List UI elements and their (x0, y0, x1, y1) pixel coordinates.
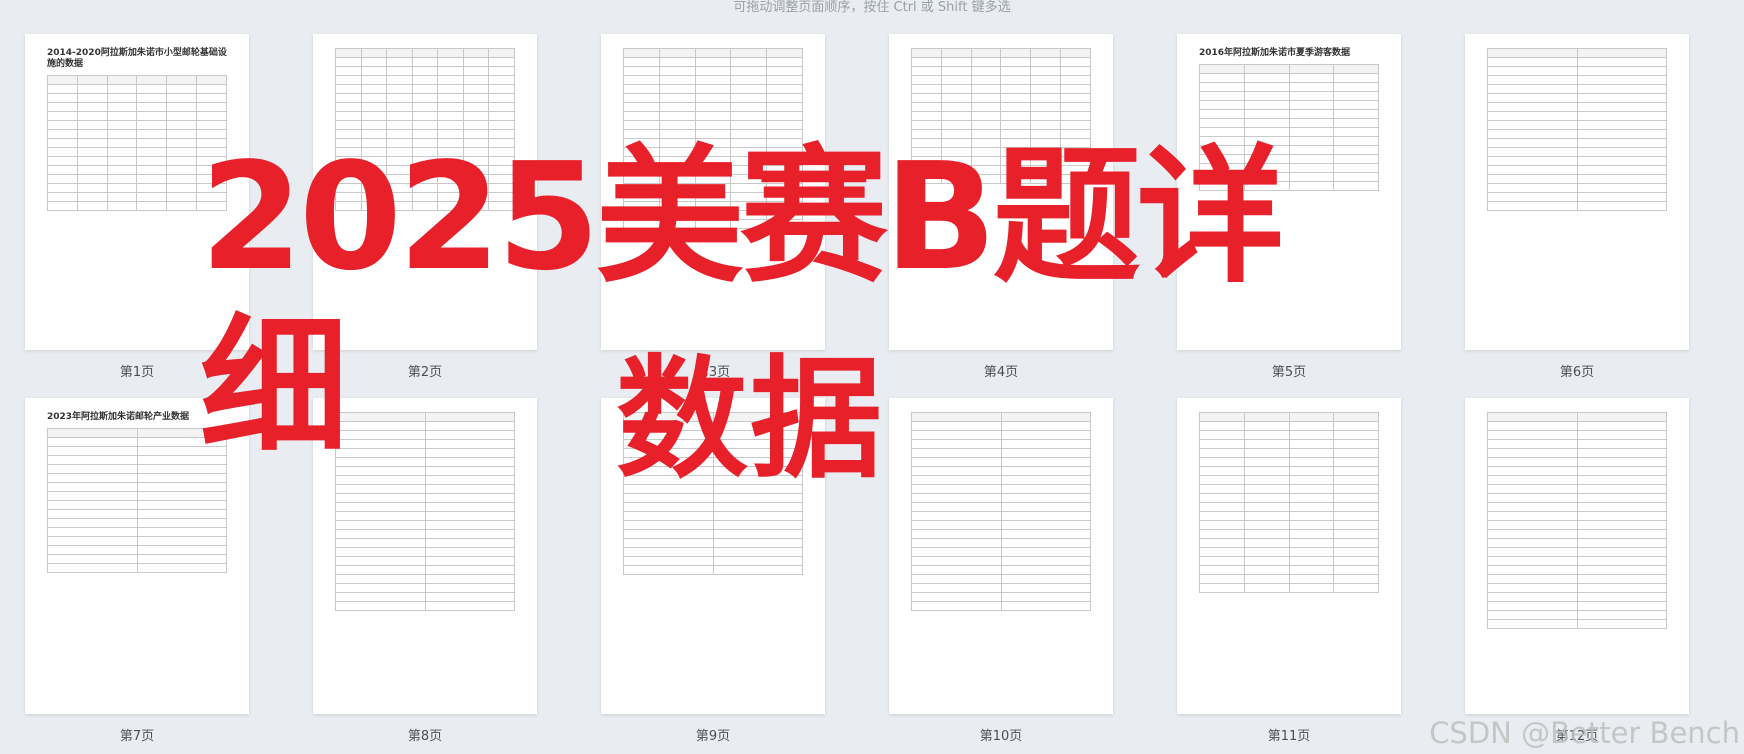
page-number-label: 第2页 (407, 365, 443, 380)
page-thumbnail[interactable] (601, 34, 825, 350)
page-number-label: 第4页 (983, 365, 1019, 380)
page-thumbnail-table (911, 48, 1091, 184)
page-number-label: 第9页 (695, 729, 731, 744)
page-thumbnail[interactable] (313, 398, 537, 714)
page-thumbnail[interactable] (601, 398, 825, 714)
page-number-label: 第1页 (119, 365, 155, 380)
page-thumbnail-table (1487, 412, 1667, 629)
page-number-label: 第10页 (979, 729, 1023, 744)
page-thumbnail-title: 2016年阿拉斯加朱诺市夏季游客数据 (1199, 48, 1351, 58)
page-thumbnail[interactable]: 2014-2020阿拉斯加朱诺市小型邮轮基础设施的数据 (25, 34, 249, 350)
page-number-label: 第5页 (1271, 365, 1307, 380)
page-thumbnail[interactable] (1465, 398, 1689, 714)
page-thumbnail-table (623, 412, 803, 575)
page-thumbnail[interactable]: 2023年阿拉斯加朱诺邮轮产业数据 (25, 398, 249, 714)
page-thumbnail-grid: 2014-2020阿拉斯加朱诺市小型邮轮基础设施的数据 第1页 第2页 第3页 … (0, 0, 1744, 754)
page-number-label: 第7页 (119, 729, 155, 744)
page-number-label: 第8页 (407, 729, 443, 744)
page-thumbnail[interactable]: 2016年阿拉斯加朱诺市夏季游客数据 (1177, 34, 1401, 350)
page-thumbnail-table (1487, 48, 1667, 211)
page-thumbnail-table (335, 412, 515, 611)
page-thumbnail-table (335, 48, 515, 211)
page-thumbnail-table (1199, 412, 1379, 593)
page-number-label: 第6页 (1559, 365, 1595, 380)
page-thumbnail-table (623, 48, 803, 229)
page-number-label: 第11页 (1267, 729, 1311, 744)
page-thumbnail-title: 2014-2020阿拉斯加朱诺市小型邮轮基础设施的数据 (47, 48, 227, 69)
page-thumbnail-table (47, 75, 227, 211)
page-thumbnail-title: 2023年阿拉斯加朱诺邮轮产业数据 (47, 412, 190, 422)
page-number-label: 第3页 (695, 365, 731, 380)
page-thumbnail[interactable] (1465, 34, 1689, 350)
page-thumbnail[interactable] (313, 34, 537, 350)
page-thumbnail-table (911, 412, 1091, 611)
page-thumbnail[interactable] (889, 34, 1113, 350)
page-thumbnail-table (47, 428, 227, 573)
page-thumbnail-table (1199, 64, 1379, 191)
page-thumbnail[interactable] (1177, 398, 1401, 714)
page-thumbnail[interactable] (889, 398, 1113, 714)
watermark: CSDN @Better Bench (1429, 716, 1740, 750)
